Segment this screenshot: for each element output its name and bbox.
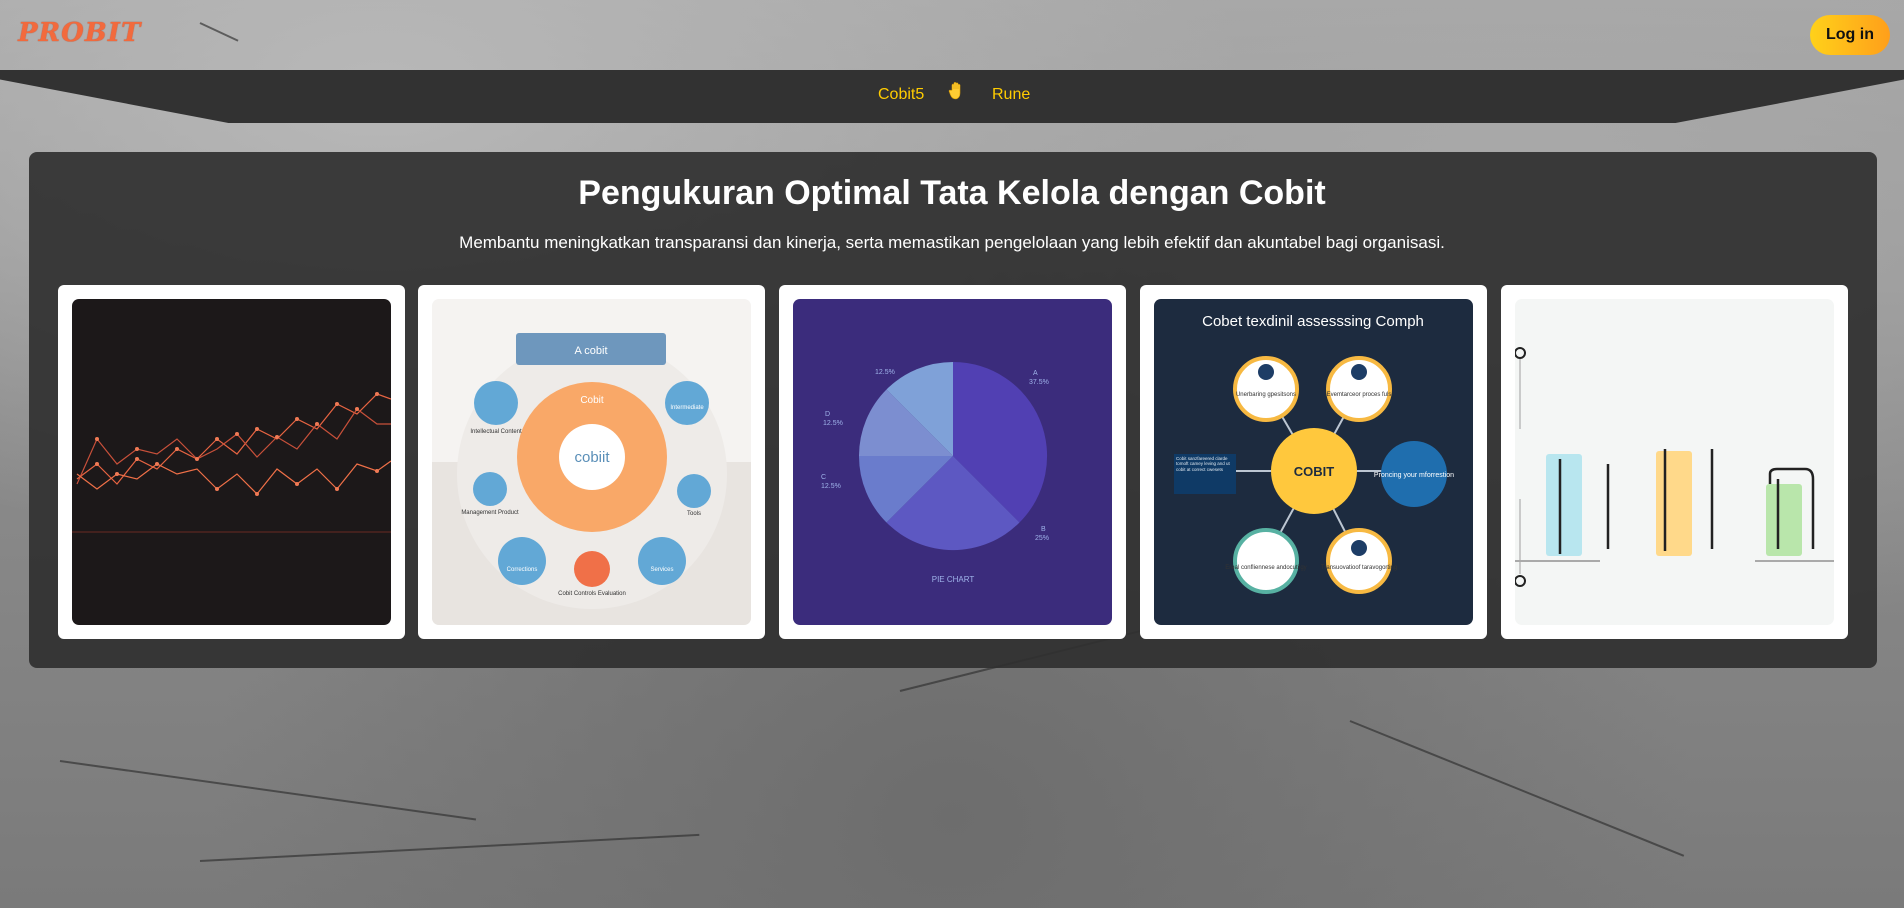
pie-caption: PIE CHART xyxy=(932,575,975,584)
feature-card[interactable] xyxy=(58,285,405,639)
pie-chart-graphic: A 37.5% B 25% C 12.5% D 12.5% 12.5% PIE … xyxy=(821,361,1049,584)
pie-slice-label: C xyxy=(821,474,826,481)
cobit-ring-label: Cobit xyxy=(580,395,604,406)
wall-crack xyxy=(199,833,700,862)
waving-hand-icon xyxy=(948,81,961,100)
feature-card[interactable]: A cobit cobiit Cobit Intellectual Conten… xyxy=(418,285,765,639)
feature-card[interactable]: A 37.5% B 25% C 12.5% D 12.5% 12.5% PIE … xyxy=(779,285,1126,639)
nav-link-rune[interactable]: Rune xyxy=(992,86,1030,104)
wall-crack xyxy=(199,22,239,42)
bar-illustration-image xyxy=(1515,299,1834,625)
line-chart-image xyxy=(72,299,391,625)
cobit-node-label: Intellectual Content xyxy=(470,429,522,435)
pie-slice-pct: 12.5% xyxy=(875,369,895,376)
login-button[interactable]: Log in xyxy=(1810,15,1890,55)
hero-title: Pengukuran Optimal Tata Kelola dengan Co… xyxy=(578,174,1326,212)
hub-node-label: Evemtarceor proces fuls xyxy=(1327,392,1392,398)
hub-side-box: Cobit sanzfareered clarde tomoft camey l… xyxy=(1176,456,1230,472)
pie-slice-pct: 12.5% xyxy=(821,483,841,490)
brand-logo[interactable]: PROBIT xyxy=(18,18,141,48)
feature-card[interactable]: Cobet texdinil assesssing Comph COBIT Un… xyxy=(1140,285,1487,639)
pie-slice-pct: 25% xyxy=(1035,535,1049,542)
cobit-node-label: Intermediate xyxy=(670,405,704,411)
hub-center-label: COBIT xyxy=(1294,464,1335,479)
pie-slice-pct: 37.5% xyxy=(1029,379,1049,386)
wall-crack xyxy=(59,760,477,821)
pie-slice-label: B xyxy=(1041,526,1046,533)
bar-illustration-graphic xyxy=(1515,347,1834,587)
hub-node-label: Proncing your mforrestion xyxy=(1374,472,1454,479)
hub-title: Cobet texdinil assesssing Comph xyxy=(1202,313,1424,330)
nav-link-cobit5[interactable]: Cobit5 xyxy=(878,86,924,104)
cobit-hub-graphic: Cobet texdinil assesssing Comph COBIT Un… xyxy=(1174,313,1454,594)
cobit-node-label: Corrections xyxy=(507,567,538,573)
hub-node-label: Transuovatioof taravogorting xyxy=(1321,565,1397,571)
hub-node-label: Ereal confliennese andocutilgy xyxy=(1225,565,1306,571)
cobit-diagram-graphic: A cobit cobiit Cobit Intellectual Conten… xyxy=(432,333,751,625)
pie-slice-pct: 12.5% xyxy=(823,420,843,427)
cobit-node-label: Tools xyxy=(687,511,701,517)
line-chart-graphic xyxy=(72,392,391,533)
wall-crack xyxy=(1349,720,1685,857)
cobit-top-label: A cobit xyxy=(574,345,607,357)
pie-slice-label: D xyxy=(825,411,830,418)
feature-card[interactable] xyxy=(1501,285,1848,639)
pie-chart-image: A 37.5% B 25% C 12.5% D 12.5% 12.5% PIE … xyxy=(793,299,1112,625)
cobit-node-label: Management Product xyxy=(461,510,519,516)
cobit-center-label: cobiit xyxy=(574,449,610,466)
cobit-node-label: Services xyxy=(650,567,673,573)
cobit-node-label: Cobit Controls Evaluation xyxy=(558,591,626,597)
pie-slice-label: A xyxy=(1033,370,1038,377)
cobit-hub-image: Cobet texdinil assesssing Comph COBIT Un… xyxy=(1154,299,1473,625)
hub-node-label: Unerbaring gpesitsons xyxy=(1236,392,1296,398)
hero-subtitle: Membantu meningkatkan transparansi dan k… xyxy=(459,233,1445,252)
cobit-diagram-image: A cobit cobiit Cobit Intellectual Conten… xyxy=(432,299,751,625)
